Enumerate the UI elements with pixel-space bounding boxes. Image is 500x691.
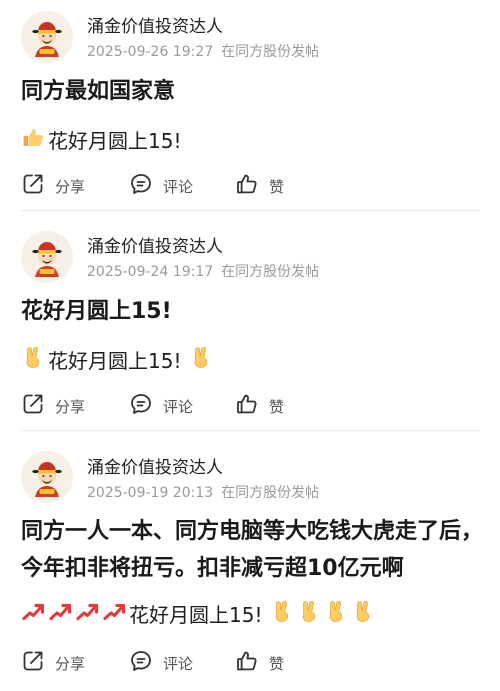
lead-emojis [21,599,129,628]
post-location: 在同方股份发帖 [221,485,320,501]
post-meta: 2025-09-24 19:17 在同方股份发帖 [87,261,319,281]
share-label: 分享 [55,397,86,416]
divider [21,210,480,211]
post-body[interactable]: 花好月圆上15! [21,344,216,374]
comment-icon [129,649,163,677]
post-time: 2025-09-19 20:13 [87,485,214,501]
post-body-text: 花好月圆上15! [129,602,263,627]
post-body-text: 花好月圆上15! [48,128,182,153]
share-button[interactable]: 分享 [21,173,85,199]
thumbs-up-icon [235,172,269,200]
comment-label: 评论 [163,177,194,196]
post-actions: 分享 评论 赞 [21,393,481,419]
share-button[interactable]: 分享 [21,650,85,676]
share-label: 分享 [55,654,86,673]
post-title[interactable]: 花好月圆上15! [21,295,483,329]
author-name[interactable]: 涌金价值投资达人 [87,232,223,257]
thumbs-up-icon [235,392,269,420]
post-title[interactable]: 同方一人一本、同方电脑等大吃钱大虎走了后，今年扣非将扭亏。扣非减亏超10亿元啊 [21,513,483,587]
author-name[interactable]: 涌金价值投资达人 [87,12,223,37]
post-actions: 分享 评论 赞 [21,650,481,676]
thumbs-up-icon [21,125,45,149]
post-location: 在同方股份发帖 [221,44,320,60]
share-icon [21,392,55,420]
comment-button[interactable]: 评论 [129,173,193,199]
god-of-wealth-avatar-icon[interactable] [21,231,73,283]
post-location: 在同方股份发帖 [221,264,320,280]
author-name[interactable]: 涌金价值投资达人 [87,453,223,478]
post-time: 2025-09-24 19:17 [87,264,214,280]
victory-hand-icon [324,599,348,623]
lead-emojis [21,125,48,154]
like-button[interactable]: 赞 [235,393,284,419]
share-icon [21,172,55,200]
like-label: 赞 [269,177,285,196]
chart-increasing-icon [102,599,126,623]
chart-increasing-icon [48,599,72,623]
comment-icon [129,172,163,200]
victory-hand-icon [351,599,375,623]
post-time: 2025-09-26 19:27 [87,44,214,60]
comment-icon [129,392,163,420]
victory-hand-icon [297,599,321,623]
like-label: 赞 [269,397,285,416]
post-title[interactable]: 同方最如国家意 [21,75,483,109]
comment-button[interactable]: 评论 [129,650,193,676]
share-icon [21,649,55,677]
post-body[interactable]: 花好月圆上15! [21,124,189,154]
comment-label: 评论 [163,654,194,673]
chart-increasing-icon [21,599,45,623]
post-body[interactable]: 花好月圆上15! [21,598,378,628]
share-label: 分享 [55,177,86,196]
thumbs-up-icon [235,649,269,677]
post-body-text: 花好月圆上15! [48,348,182,373]
like-button[interactable]: 赞 [235,650,284,676]
post-meta: 2025-09-26 19:27 在同方股份发帖 [87,41,319,61]
victory-hand-icon [189,345,213,369]
divider [21,430,480,431]
trail-emojis [270,599,378,628]
victory-hand-icon [21,345,45,369]
lead-emojis [21,345,48,374]
post-meta: 2025-09-19 20:13 在同方股份发帖 [87,482,319,502]
comment-button[interactable]: 评论 [129,393,193,419]
share-button[interactable]: 分享 [21,393,85,419]
god-of-wealth-avatar-icon[interactable] [21,11,73,63]
comment-label: 评论 [163,397,194,416]
chart-increasing-icon [75,599,99,623]
god-of-wealth-avatar-icon[interactable] [21,451,73,503]
trail-emojis [189,345,216,374]
like-button[interactable]: 赞 [235,173,284,199]
post-actions: 分享 评论 赞 [21,173,481,199]
like-label: 赞 [269,654,285,673]
victory-hand-icon [270,599,294,623]
